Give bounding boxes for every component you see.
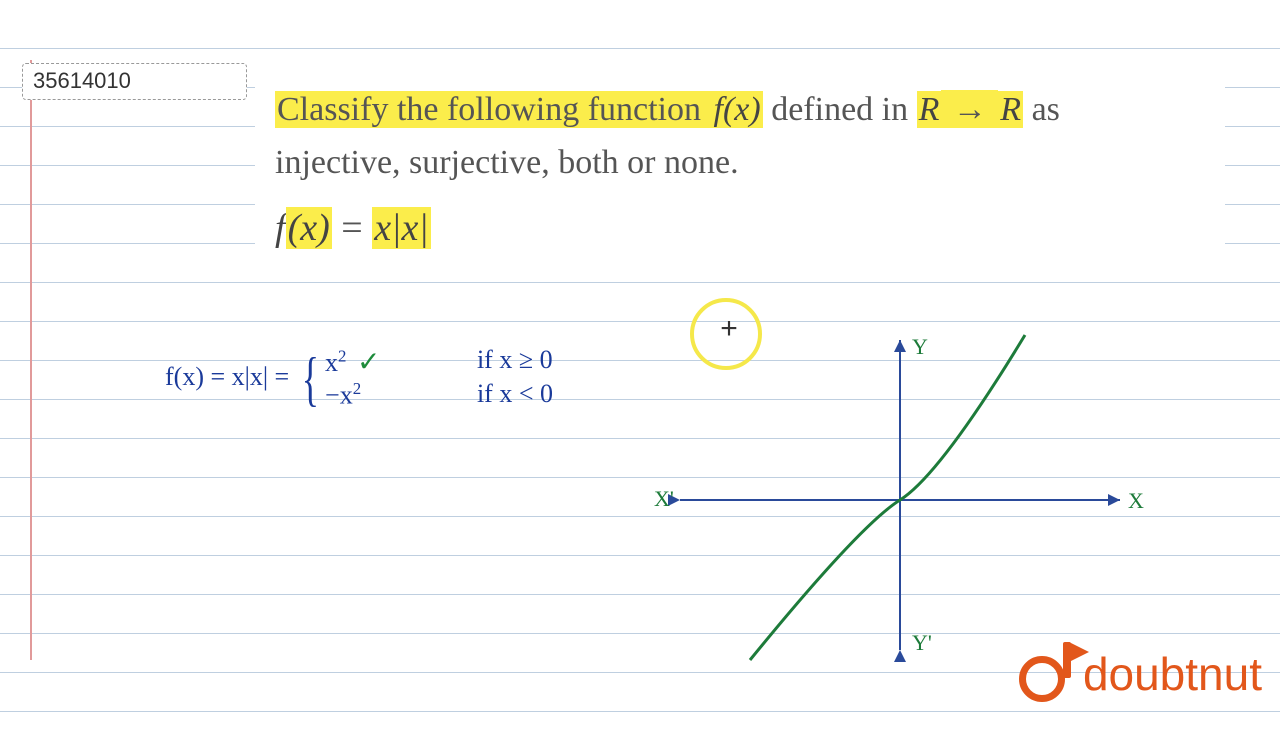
graph-plot: X X' Y Y' — [640, 330, 1160, 670]
checkmark-icon: ✓ — [357, 347, 380, 378]
piece2-base: −x — [325, 381, 353, 410]
cond2: if x < 0 — [477, 379, 553, 413]
formula-lhs: f(x) — [275, 207, 332, 249]
y-pos-label: Y — [912, 334, 928, 359]
x-neg-label: X' — [654, 486, 674, 511]
question-line2: injective, surjective, both or none. — [275, 144, 739, 181]
piece2-exp: 2 — [353, 379, 361, 398]
cond1: if x ≥ 0 — [477, 345, 553, 379]
formula-rhs: x|x| — [372, 207, 431, 249]
question-id: 35614010 — [33, 68, 131, 93]
y-neg-label: Y' — [912, 630, 932, 655]
domain-R2: R — [998, 91, 1023, 128]
handwritten-work: f(x) = x|x| = { x2 ✓ −x2 if x ≥ 0 if x <… — [165, 345, 553, 413]
formula-eq: = — [341, 207, 372, 249]
paper-margin-line — [30, 60, 32, 660]
question-fx: f(x) — [712, 91, 763, 128]
x-pos-label: X — [1128, 488, 1144, 513]
domain-arrow: → — [941, 90, 998, 128]
hw-lhs: f(x) = x|x| = — [165, 362, 296, 391]
doubtnut-logo-icon — [1019, 646, 1075, 702]
piece1-exp: 2 — [338, 346, 346, 365]
question-id-box: 35614010 — [22, 63, 247, 100]
logo-text: doubtnut — [1083, 647, 1262, 701]
question-mid-text: defined in — [771, 91, 916, 128]
question-text-block: Classify the following function f(x) def… — [255, 75, 1225, 276]
question-post-text: as — [1032, 91, 1060, 128]
question-pre-text: Classify the following function — [275, 91, 712, 128]
piece1-base: x — [325, 348, 338, 377]
domain-R1: R — [917, 91, 942, 128]
doubtnut-logo[interactable]: doubtnut — [1019, 646, 1262, 702]
function-curve — [750, 335, 1025, 660]
